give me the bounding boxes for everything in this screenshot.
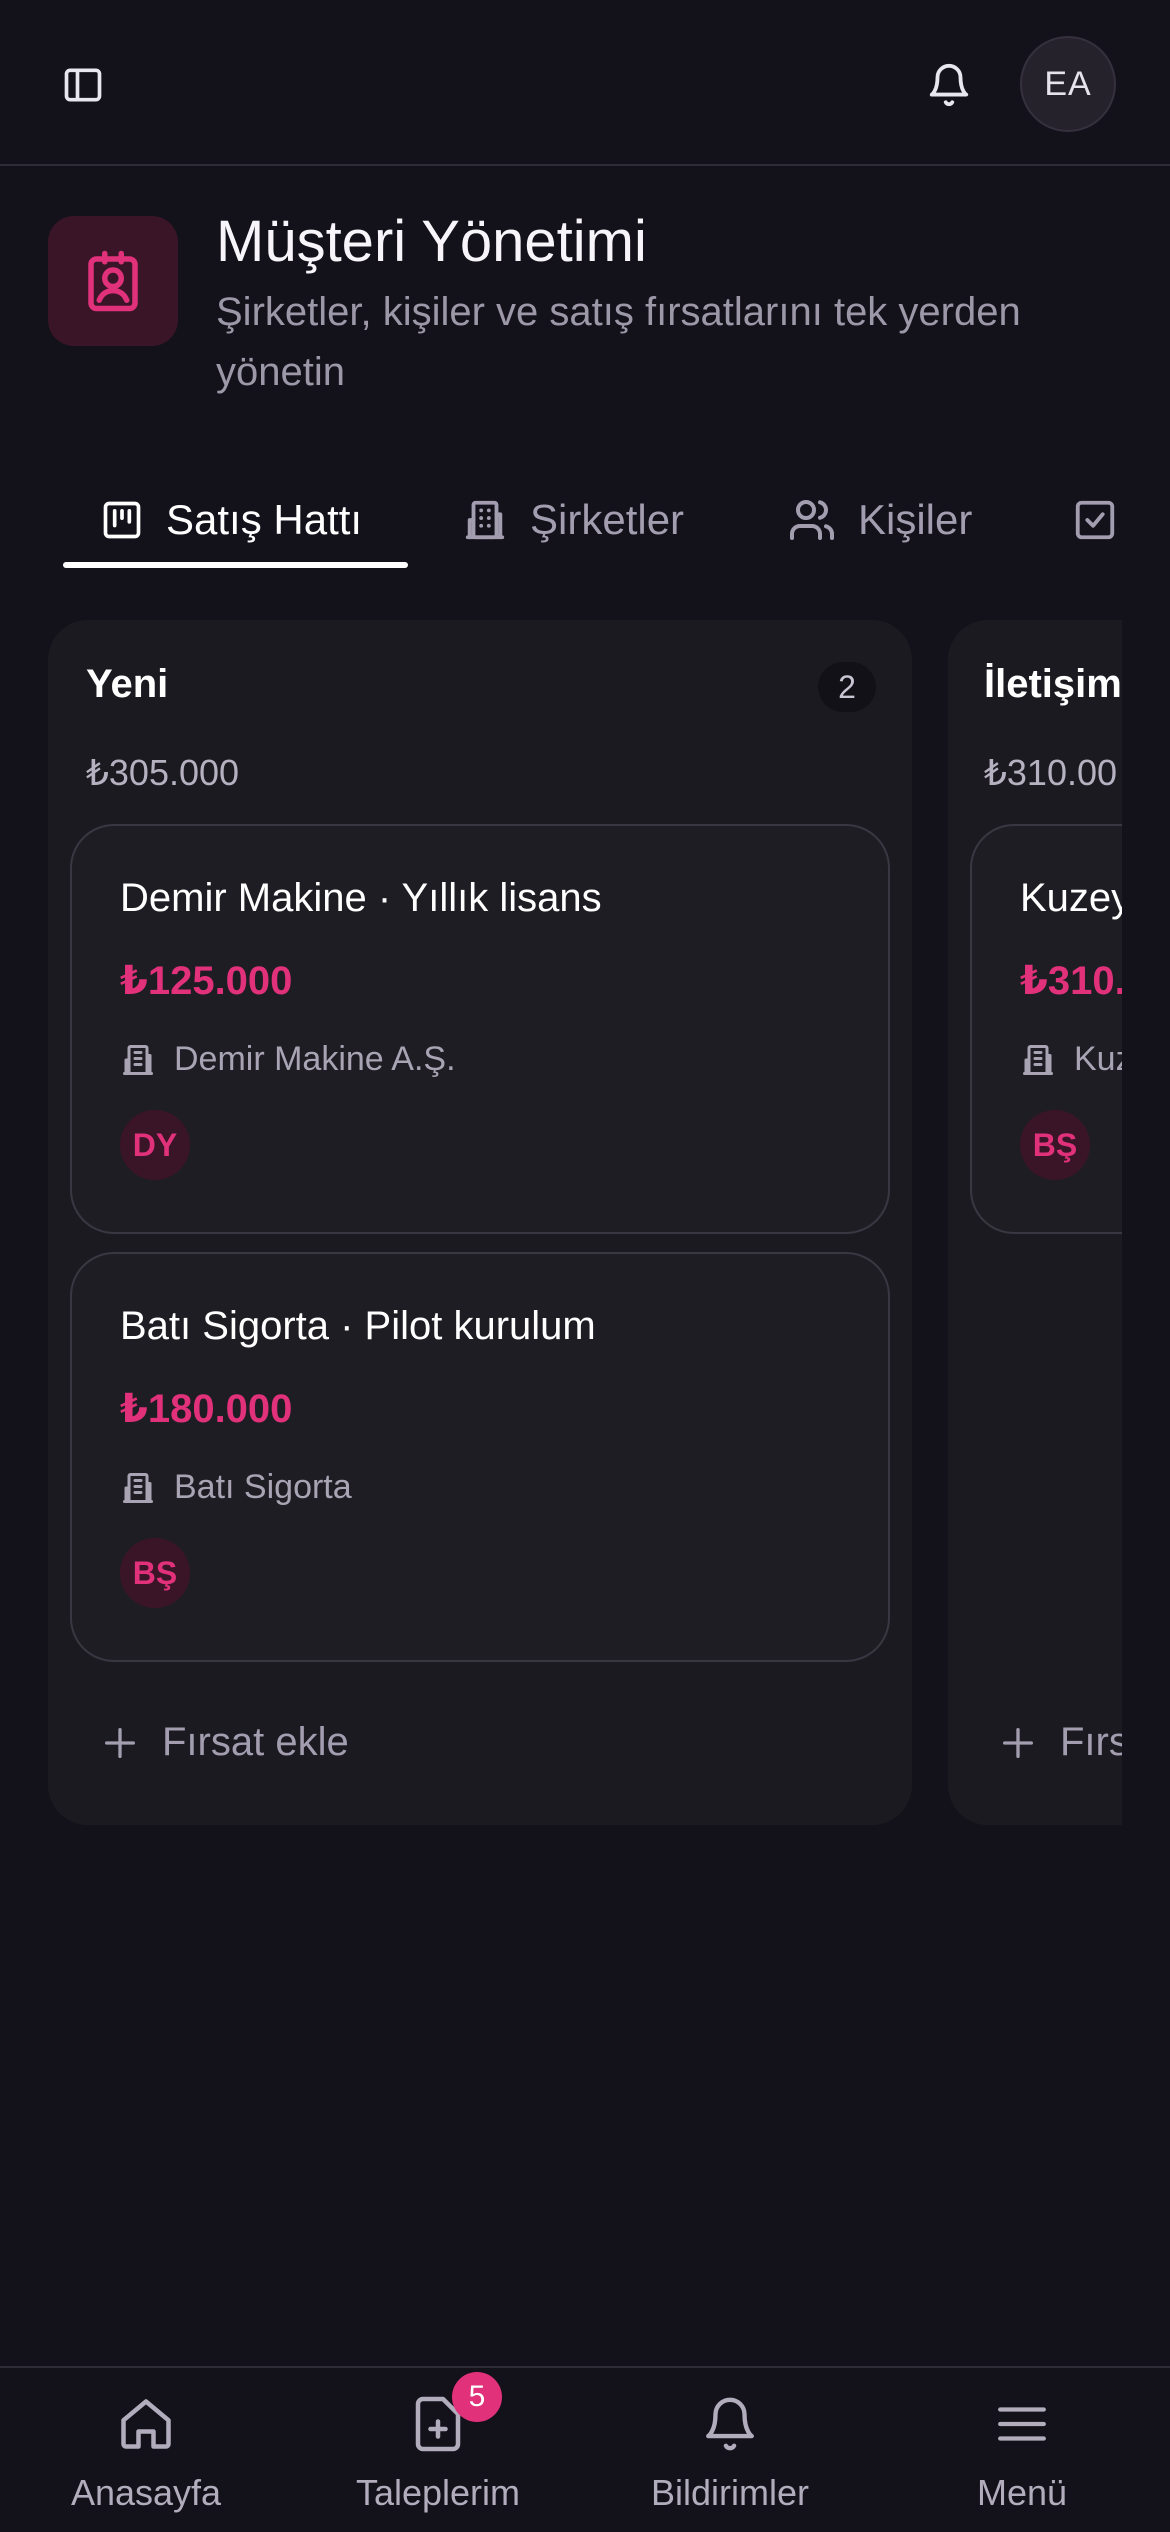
sidebar-toggle-button[interactable] [58,60,108,110]
pipeline-column-contact: İletişim ₺310.00 Kuzey ₺310. Kuz BŞ Fırs [948,620,1122,1825]
company-name: Batı Sigorta [174,1468,352,1506]
page-subtitle: Şirketler, kişiler ve satış fırsatlarını… [216,290,1021,394]
tab-label: Şirketler [530,496,685,543]
nav-menu[interactable]: Menü [876,2368,1168,2532]
company-name: Kuz [1074,1040,1122,1078]
tab-people[interactable]: Kişiler [788,470,972,570]
tab-label: Satış Hattı [166,496,363,543]
bottom-navigation: Anasayfa 5 Taleplerim Bildirimler Menü [0,2366,1170,2532]
pipeline-board: Yeni 2 ₺305.000 Demir Makine · Yıllık li… [0,620,1122,1830]
tab-tasks[interactable] [1072,470,1118,570]
deal-company: Demir Makine A.Ş. [120,1040,456,1079]
nav-label: Anasayfa [70,2472,222,2513]
add-deal-label: Fırsat ekle [162,1720,349,1764]
tab-companies[interactable]: Şirketler [462,470,684,570]
building-icon [123,1472,153,1503]
building-icon [123,1044,153,1075]
building-icon [1023,1044,1053,1075]
nav-notifications[interactable]: Bildirimler [584,2368,876,2532]
active-tab-indicator [63,562,408,568]
nav-requests[interactable]: 5 Taleplerim [292,2368,584,2532]
column-total: ₺310.00 [984,752,1118,793]
tab-pipeline[interactable]: Satış Hattı [100,470,362,570]
nav-label: Menü [976,2472,1068,2513]
top-bar: EA [0,0,1170,166]
building-icon [465,500,505,540]
users-icon [790,500,834,540]
bell-icon [929,64,969,107]
deal-title: Demir Makine · Yıllık lisans [120,876,602,920]
nav-label: Taleplerim [355,2472,521,2513]
pipeline-column-new: Yeni 2 ₺305.000 Demir Makine · Yıllık li… [48,620,912,1825]
deal-amount: ₺310. [1020,959,1122,1003]
add-deal-button[interactable]: Fırsat ekle [100,1720,349,1765]
checkbox-icon [1075,500,1115,540]
deal-card[interactable]: Kuzey ₺310. Kuz BŞ [970,824,1122,1234]
bell-icon [698,2392,762,2456]
sidebar-icon [64,68,102,102]
column-total: ₺305.000 [86,752,240,793]
column-title: İletişim [984,662,1122,706]
plus-icon [105,1727,135,1758]
deal-card[interactable]: Demir Makine · Yıllık lisans ₺125.000 De… [70,824,890,1234]
crm-page: EA Müşteri Yönetimi Şirketler, kişiler v… [0,0,1170,2532]
company-name: Demir Makine A.Ş. [174,1040,456,1078]
deal-amount: ₺180.000 [120,1387,293,1431]
menu-icon [990,2392,1054,2456]
kanban-icon [103,501,141,539]
deal-title: Batı Sigorta · Pilot kurulum [120,1304,596,1348]
deal-amount: ₺125.000 [120,959,293,1003]
owner-avatar: BŞ [1020,1110,1090,1180]
add-deal-button[interactable]: Fırs [998,1720,1122,1765]
nav-label: Bildirimler [650,2472,809,2513]
tab-bar: Satış Hattı Şirketler Kişiler [0,470,1170,570]
page-title: Müşteri Yönetimi [216,209,647,274]
owner-avatar: DY [120,1110,190,1180]
owner-avatar: BŞ [120,1538,190,1608]
add-deal-label: Fırs [1060,1720,1122,1764]
column-count-badge: 2 [818,662,876,712]
notifications-button[interactable] [922,58,976,112]
deal-company: Batı Sigorta [120,1468,352,1507]
tab-label: Kişiler [858,496,973,543]
user-avatar-button[interactable]: EA [1020,36,1116,132]
deal-title: Kuzey [1020,876,1122,920]
contact-card-icon [48,216,178,346]
requests-count-badge: 5 [452,2372,502,2422]
deal-company: Kuz [1020,1040,1122,1079]
column-title: Yeni [86,662,169,706]
plus-icon [1003,1727,1033,1758]
nav-home[interactable]: Anasayfa [0,2368,292,2532]
deal-card[interactable]: Batı Sigorta · Pilot kurulum ₺180.000 Ba… [70,1252,890,1662]
home-icon [114,2392,178,2456]
